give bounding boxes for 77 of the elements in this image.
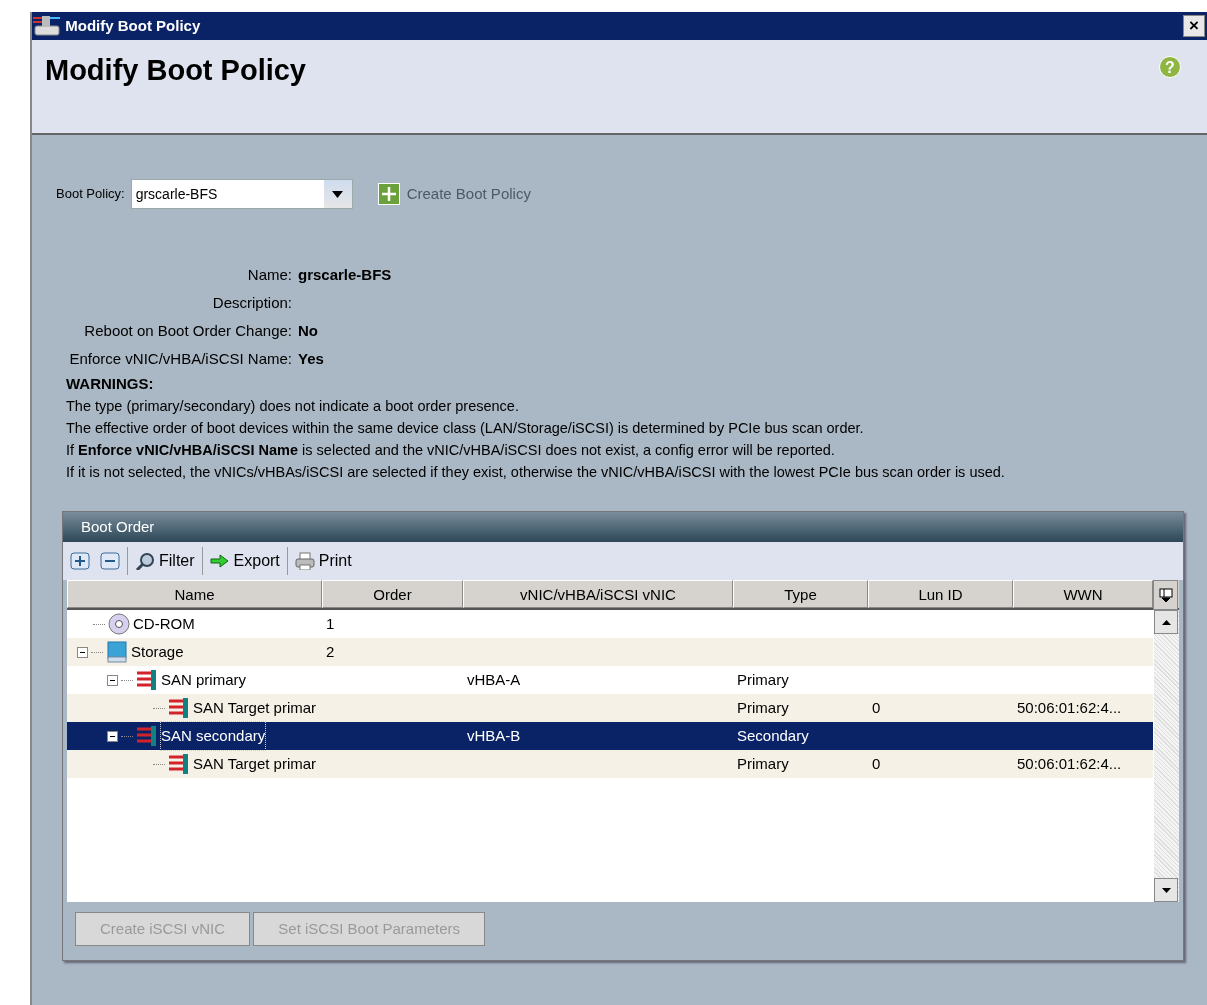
panel-title: Boot Order <box>63 512 1183 542</box>
table-cell-text: 0 <box>871 754 882 774</box>
page-title: Modify Boot Policy <box>45 53 306 88</box>
table-row[interactable]: CD-ROM 1 <box>67 610 1153 638</box>
table-row[interactable]: SAN Target primar Primary 0 50:06:01:62:4... <box>67 750 1153 778</box>
window-title: Modify Boot Policy <box>65 15 201 36</box>
hba-icon <box>168 753 190 775</box>
field-label: Boot Policy: <box>56 185 125 204</box>
field-label: Description: <box>211 293 292 313</box>
column-header[interactable]: Name <box>67 580 322 608</box>
table-cell-text: Primary <box>736 670 790 690</box>
hba-icon <box>168 697 190 719</box>
print-button[interactable]: Print <box>291 549 355 573</box>
column-header[interactable]: Order <box>322 580 463 608</box>
warnings-heading: WARNINGS: <box>66 374 155 394</box>
field-label: Enforce vNIC/vHBA/iSCSI Name: <box>68 349 292 369</box>
tree-item-label: SAN primary <box>161 670 246 690</box>
column-header[interactable]: Lun ID <box>868 580 1013 608</box>
table-cell-text: 2 <box>325 642 336 662</box>
table-cell-text: vHBA-B <box>466 726 522 746</box>
table-row[interactable]: SAN primary vHBA-A Primary <box>67 666 1153 694</box>
hba-icon <box>136 725 158 747</box>
tree-item-label: CD-ROM <box>133 614 195 634</box>
plus-icon <box>378 183 401 205</box>
expand-icon <box>70 552 90 570</box>
dropdown-arrow-icon <box>332 190 344 198</box>
table-row[interactable]: SAN secondary vHBA-B Secondary <box>67 722 1153 750</box>
expand-toggle[interactable] <box>107 674 118 686</box>
expand-toggle[interactable] <box>77 646 88 658</box>
expand-button[interactable] <box>67 552 93 570</box>
warning-text: If it is not selected, the vNICs/vHBAs/iSCSI are selected if they exist, otherwise the vNIC/vHBA/iSCSI with the lowest PCIe bus scan order is used. <box>66 463 1006 482</box>
table-cell-text: 1 <box>325 614 336 634</box>
tree-item-label: SAN secondary <box>161 722 266 750</box>
scrollbar[interactable] <box>1154 610 1179 902</box>
table-cell-text: Primary <box>736 698 790 718</box>
table-cell-text: 50:06:01:62:4... <box>1016 698 1123 718</box>
close-button[interactable]: × <box>1183 15 1205 37</box>
table-row[interactable]: SAN Target primar Primary 0 50:06:01:62:4... <box>67 694 1153 722</box>
arrow-icon <box>209 552 230 570</box>
table-cell-text: 0 <box>871 698 882 718</box>
tree-item-label: SAN Target primar <box>193 698 317 718</box>
column-header[interactable]: Type <box>733 580 868 608</box>
filter-button[interactable]: Filter <box>132 549 198 573</box>
down-arrow-icon <box>1161 887 1171 893</box>
column-chooser-button[interactable] <box>1153 580 1178 610</box>
table-cell-text: 50:06:01:62:4... <box>1016 754 1123 774</box>
hba-icon <box>136 669 158 691</box>
warning-text: The effective order of boot devices within the same device class (LAN/Storage/iSCSI) is determined by PCIe bus scan order. <box>66 419 865 438</box>
export-button[interactable]: Export <box>206 549 283 573</box>
field-value: No <box>298 321 319 341</box>
field-value: Yes <box>298 349 325 369</box>
tree-item-label: Storage <box>131 642 184 662</box>
table-cell-text: Primary <box>736 754 790 774</box>
column-header[interactable]: WWN <box>1013 580 1153 608</box>
table-cell-text: Secondary <box>736 726 810 746</box>
printer-icon <box>294 552 315 570</box>
tree-item-label: SAN Target primar <box>193 754 317 774</box>
collapse-icon <box>100 552 120 570</box>
field-label: Reboot on Boot Order Change: <box>83 321 292 341</box>
scroll-down-button[interactable] <box>1154 878 1178 902</box>
expand-toggle[interactable] <box>107 730 118 742</box>
table-row[interactable]: Storage 2 <box>67 638 1153 666</box>
collapse-button[interactable] <box>97 552 123 570</box>
magnifier-icon <box>135 552 155 570</box>
table-cell-text: vHBA-A <box>466 670 522 690</box>
boot-policy-dropdown[interactable]: grscarle-BFS <box>130 179 353 209</box>
up-arrow-icon <box>1161 619 1171 625</box>
field-value: grscarle-BFS <box>298 265 393 285</box>
storage-icon <box>106 641 128 663</box>
scroll-up-button[interactable] <box>1154 610 1178 634</box>
field-label: Name: <box>246 265 292 285</box>
cd-icon <box>108 613 130 635</box>
warning-text: The type (primary/secondary) does not indicate a boot order presence. <box>66 397 520 416</box>
column-chooser-icon <box>1158 588 1173 602</box>
warning-text: If Enforce vNIC/vHBA/iSCSI Name is selected and the vNIC/vHBA/iSCSI does not exist, a config error will be reported. <box>66 441 836 460</box>
column-header[interactable]: vNIC/vHBA/iSCSI vNIC <box>463 580 733 608</box>
create-boot-policy-link[interactable]: Create Boot Policy <box>378 182 531 206</box>
